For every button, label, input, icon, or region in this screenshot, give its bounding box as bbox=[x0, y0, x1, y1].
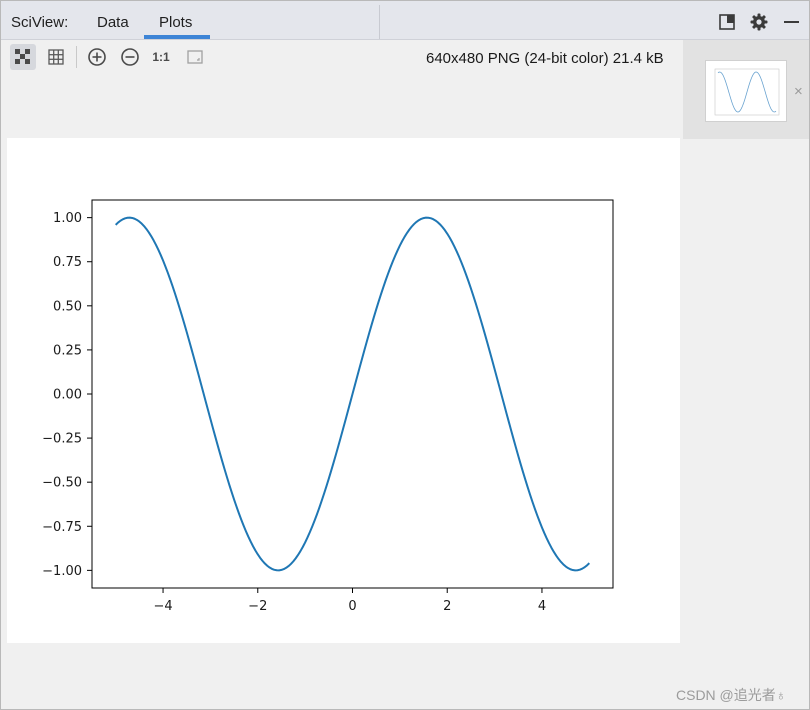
y-axis: −1.00 −0.75 −0.50 −0.25 0.00 0.25 0.50 0.75 1.00 bbox=[42, 211, 92, 579]
x-axis: −4 −2 0 2 4 bbox=[153, 588, 546, 614]
x-tick-label: 4 bbox=[538, 599, 546, 614]
thumbnail-series-line bbox=[717, 71, 777, 113]
y-tick-label: 0.00 bbox=[53, 388, 82, 403]
header-divider bbox=[379, 5, 380, 39]
y-tick-label: 0.50 bbox=[53, 299, 82, 314]
y-tick-label: 1.00 bbox=[53, 211, 82, 226]
tool-window-header: SciView: Data Plots bbox=[1, 1, 809, 40]
y-tick-label: −0.75 bbox=[42, 520, 82, 535]
plot-image: −4 −2 0 2 4 −1.00 −0.75 −0.50 −0.25 0.00 0.25 0.50… bbox=[7, 138, 680, 643]
y-tick-label: 0.25 bbox=[53, 343, 82, 358]
plot-toolbar: 1:1 640x480 PNG (24-bit color) 21.4 kB bbox=[1, 40, 681, 74]
tab-selected-indicator bbox=[144, 35, 210, 39]
x-tick-label: 0 bbox=[348, 599, 356, 614]
x-tick-label: −4 bbox=[153, 599, 172, 614]
fit-icon[interactable] bbox=[182, 44, 208, 70]
series-line bbox=[114, 216, 591, 572]
x-tick-label: 2 bbox=[443, 599, 451, 614]
actual-size-button[interactable]: 1:1 bbox=[148, 44, 174, 70]
close-thumbnail-icon[interactable]: × bbox=[794, 83, 803, 100]
y-tick-label: 0.75 bbox=[53, 255, 82, 270]
plot-thumbnail[interactable] bbox=[705, 60, 787, 122]
restore-icon[interactable] bbox=[717, 12, 737, 32]
tab-plots[interactable]: Plots bbox=[159, 14, 192, 31]
image-info: 640x480 PNG (24-bit color) 21.4 kB bbox=[426, 50, 664, 67]
zoom-in-icon[interactable] bbox=[84, 44, 110, 70]
x-tick-label: −2 bbox=[248, 599, 267, 614]
y-tick-label: −0.50 bbox=[42, 476, 82, 491]
minimize-icon[interactable] bbox=[782, 12, 802, 32]
checkerboard-icon[interactable] bbox=[10, 44, 36, 70]
y-tick-label: −1.00 bbox=[42, 564, 82, 579]
sine-line-chart: −4 −2 0 2 4 −1.00 −0.75 −0.50 −0.25 0.00 0.25 0.50… bbox=[42, 199, 614, 614]
zoom-out-icon[interactable] bbox=[117, 44, 143, 70]
toolbar-divider bbox=[76, 46, 77, 68]
sciview-window: SciView: Data Plots 1:1 640x480 PNG (24-… bbox=[0, 0, 810, 710]
tool-window-title: SciView: bbox=[11, 14, 69, 31]
grid-icon[interactable] bbox=[43, 44, 69, 70]
y-tick-label: −0.25 bbox=[42, 432, 82, 447]
gear-icon[interactable] bbox=[749, 12, 769, 32]
thumbnail-panel: × bbox=[683, 40, 809, 139]
tab-data[interactable]: Data bbox=[97, 14, 129, 31]
watermark: CSDN @追光者♁ bbox=[676, 687, 787, 703]
